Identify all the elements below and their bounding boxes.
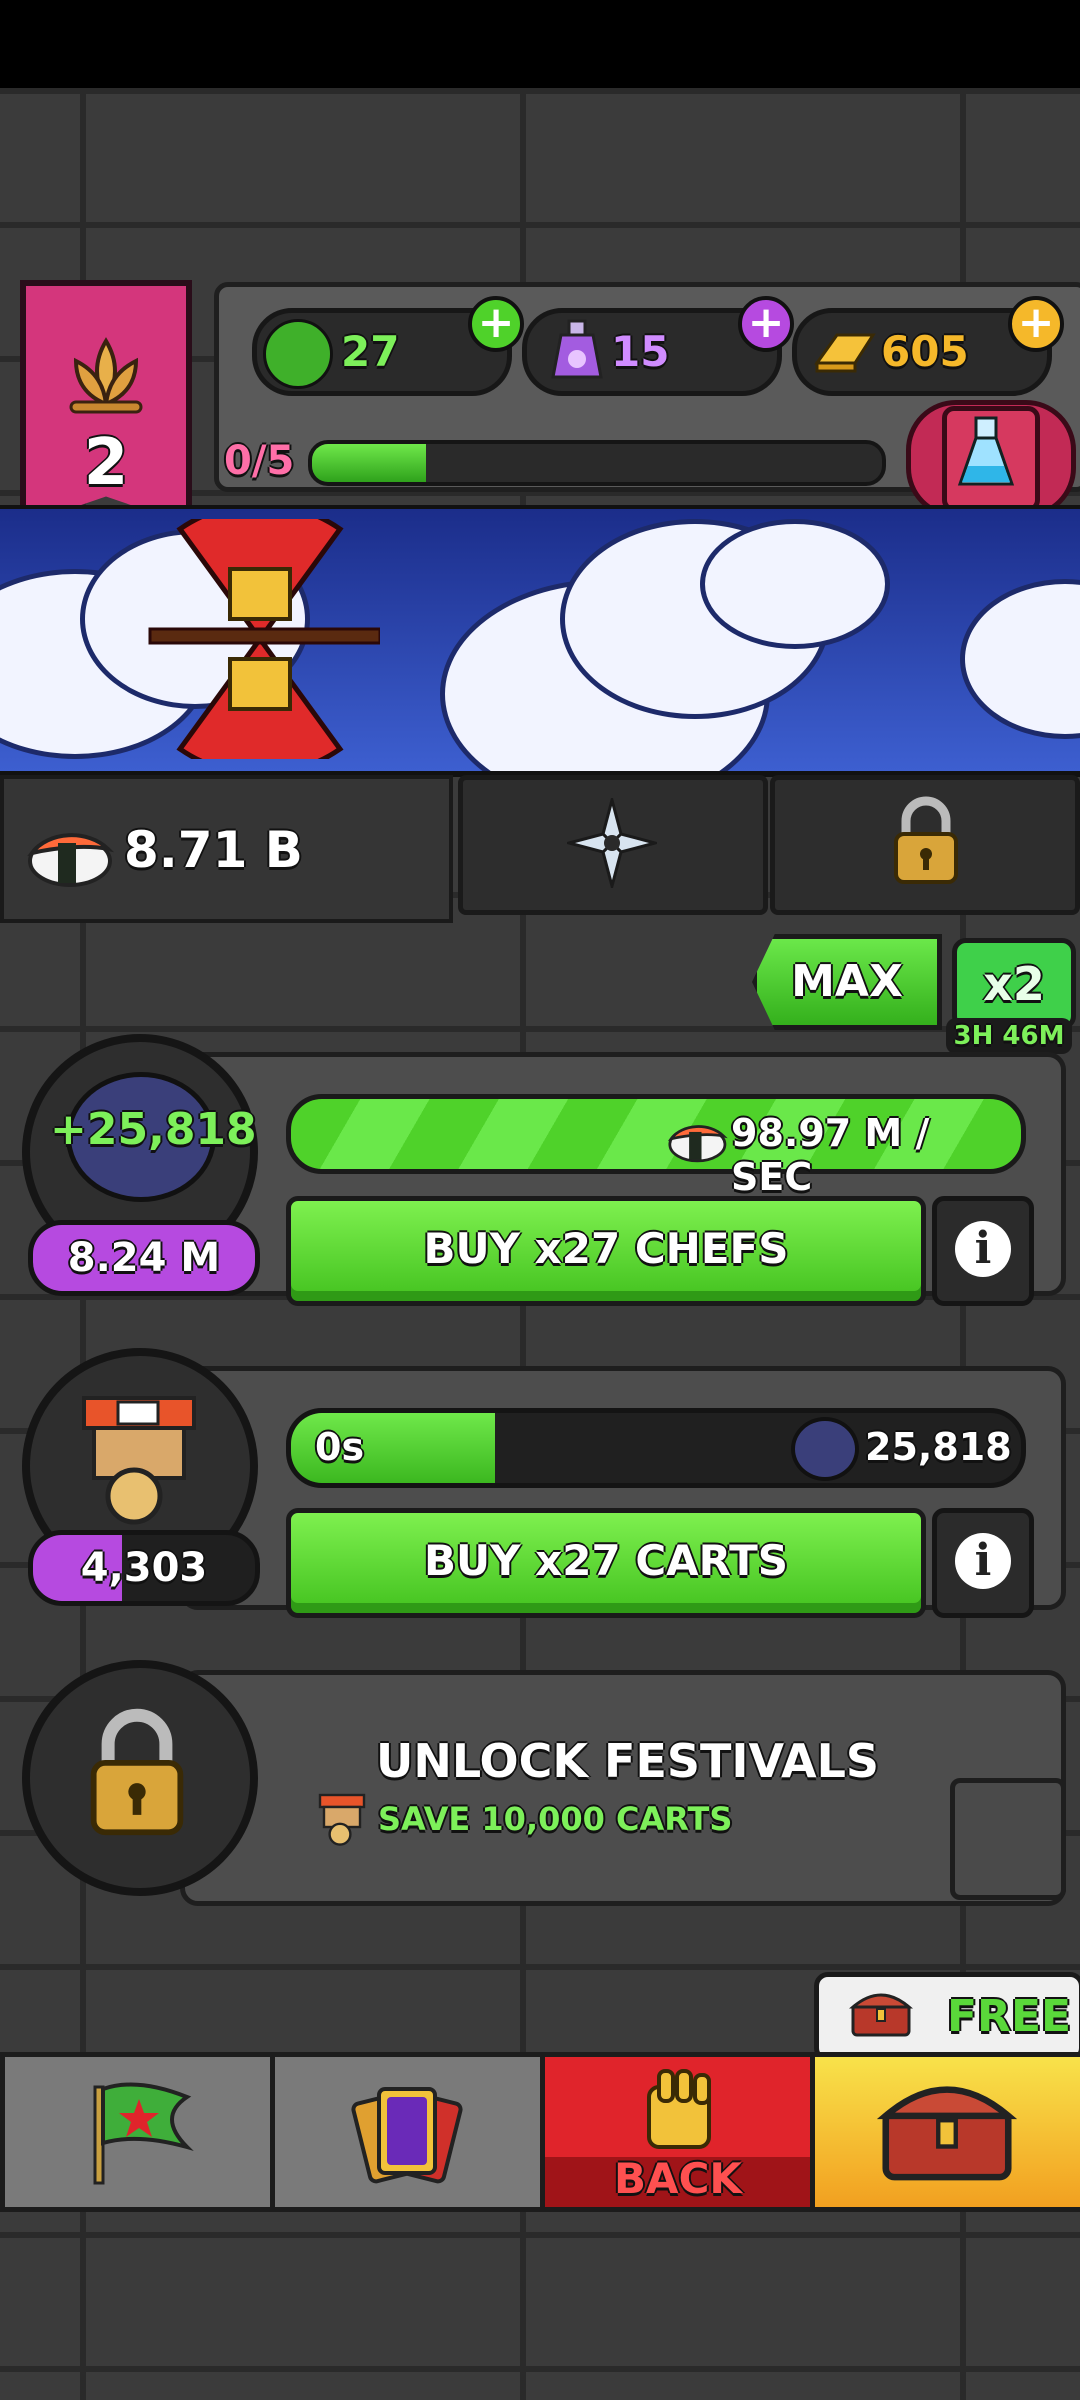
green-mask-icon <box>263 319 333 389</box>
sushi-icon <box>667 1125 728 1163</box>
multiplier-label: x2 <box>983 957 1045 1011</box>
gold-bar-icon <box>814 333 876 373</box>
carts-owned-badge: 4,303 <box>28 1530 260 1606</box>
chest-icon <box>877 2086 1017 2181</box>
max-buy-toggle[interactable]: MAX <box>752 934 942 1030</box>
level-progress-fill <box>312 444 426 482</box>
cloud <box>960 579 1080 739</box>
level-progress-text: 0/5 <box>224 438 295 484</box>
info-icon: i <box>955 1533 1011 1589</box>
padlock-icon <box>90 1708 184 1836</box>
festivals-corner-slot <box>950 1778 1066 1900</box>
purple-potion-icon <box>551 319 603 379</box>
festivals-title: UNLOCK FESTIVALS <box>376 1734 880 1788</box>
carts-timer: 0s <box>315 1425 365 1469</box>
potions-value: 15 <box>611 327 670 376</box>
research-button[interactable] <box>906 400 1076 518</box>
fan-airship-icon <box>148 519 380 759</box>
gold-value: 605 <box>881 327 969 376</box>
info-icon: i <box>955 1221 1011 1277</box>
x2-boost-button[interactable]: x2 <box>952 938 1076 1030</box>
free-label: FREE <box>947 1991 1072 2042</box>
chefs-owned-badge: 8.24 M <box>28 1220 260 1296</box>
chef-hat-icon <box>791 1417 859 1481</box>
locked-slot[interactable] <box>770 775 1080 915</box>
carts-timer-bar: 0s 25,818 <box>286 1408 1026 1488</box>
add-potions-button[interactable]: + <box>738 296 794 352</box>
chefs-rate: 98.97 M / SEC <box>731 1111 930 1199</box>
shuriken-icon <box>567 798 657 888</box>
level-number: 2 <box>83 426 129 500</box>
add-gold-button[interactable]: + <box>1008 296 1064 352</box>
status-bar <box>0 0 1080 88</box>
level-banner[interactable]: 2 <box>20 280 192 526</box>
noodle-cart-icon <box>82 1396 196 1525</box>
flask-icon <box>957 416 1015 486</box>
buy-chefs-button[interactable]: BUY x27 CHEFS <box>286 1196 926 1306</box>
chest-icon <box>849 1993 913 2037</box>
flag-icon <box>93 2082 194 2185</box>
chefs-rate-bar: 98.97 M / SEC <box>286 1094 1026 1199</box>
nav-map-button[interactable] <box>0 2052 276 2212</box>
padlock-icon <box>894 796 958 884</box>
cloud <box>700 519 890 649</box>
chefs-gain: +25,818 <box>50 1104 257 1155</box>
nav-cards-button[interactable] <box>270 2052 546 2212</box>
shuriken-slot[interactable] <box>458 775 768 915</box>
festivals-requirement: SAVE 10,000 CARTS <box>378 1800 733 1838</box>
chefs-info-button[interactable]: i <box>932 1196 1034 1306</box>
back-label: BACK <box>614 2154 742 2203</box>
cards-icon <box>351 2087 463 2184</box>
gems-value: 27 <box>341 327 400 376</box>
sushi-total: 8.71 B <box>124 821 303 879</box>
level-progress-bar <box>308 440 886 486</box>
max-label: MAX <box>791 956 903 1007</box>
carts-info-button[interactable]: i <box>932 1508 1034 1618</box>
nav-chest-button[interactable] <box>810 2052 1080 2212</box>
boost-timer: 3H 46M <box>946 1018 1072 1054</box>
buy-carts-button[interactable]: BUY x27 CARTS <box>286 1508 926 1618</box>
noodle-cart-icon <box>318 1793 366 1846</box>
lotus-icon <box>69 337 143 414</box>
sushi-currency-panel: 8.71 B <box>0 775 453 923</box>
sushi-icon <box>27 833 115 887</box>
sky-scene <box>0 505 1080 777</box>
festivals-row <box>180 1670 1066 1906</box>
festivals-portrait[interactable] <box>22 1660 258 1896</box>
add-gems-button[interactable]: + <box>468 296 524 352</box>
nav-back-button[interactable]: BACK <box>540 2052 816 2212</box>
carts-cost: 25,818 <box>865 1425 1012 1469</box>
fist-icon <box>647 2069 711 2149</box>
free-chest-tooltip[interactable]: FREE <box>814 1972 1080 2062</box>
